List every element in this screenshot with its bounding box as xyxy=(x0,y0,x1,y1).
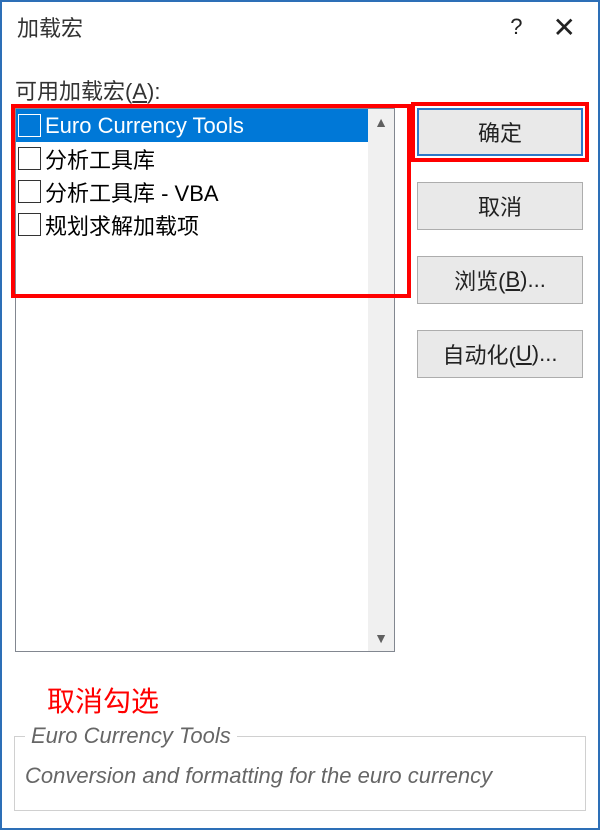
browse-pre: 浏览( xyxy=(454,264,505,296)
help-icon[interactable]: ? xyxy=(510,14,522,40)
addins-listbox[interactable]: Euro Currency Tools 分析工具库 分析工具库 - VBA xyxy=(15,108,395,652)
auto-pre: 自动化( xyxy=(443,338,516,370)
browse-suf: )... xyxy=(520,267,546,293)
dialog-body: 可用加载宏(A): Euro Currency Tools 分析工具库 xyxy=(2,52,598,726)
label-suf: ): xyxy=(147,79,160,104)
titlebar: 加载宏 ? ✕ xyxy=(2,2,598,52)
automation-button[interactable]: 自动化(U)... xyxy=(417,330,583,378)
group-title: Euro Currency Tools xyxy=(25,723,237,749)
addin-checkbox[interactable] xyxy=(18,147,41,170)
addin-label: 分析工具库 xyxy=(45,143,155,175)
cancel-button[interactable]: 取消 xyxy=(417,182,583,230)
addin-checkbox[interactable] xyxy=(18,114,41,137)
addin-label: 分析工具库 - VBA xyxy=(45,176,219,208)
annotation-uncheck: 取消勾选 xyxy=(47,680,395,720)
addin-label: Euro Currency Tools xyxy=(45,113,244,139)
listbox-wrap: Euro Currency Tools 分析工具库 分析工具库 - VBA xyxy=(15,108,395,720)
addin-label: 规划求解加载项 xyxy=(45,209,199,241)
list-item[interactable]: Euro Currency Tools xyxy=(16,109,368,142)
auto-accel: U xyxy=(516,341,532,367)
button-column: 确定 取消 浏览(B)... 自动化(U)... xyxy=(417,108,583,378)
main-row: Euro Currency Tools 分析工具库 分析工具库 - VBA xyxy=(15,108,586,720)
browse-button[interactable]: 浏览(B)... xyxy=(417,256,583,304)
list-item[interactable]: 分析工具库 xyxy=(16,142,368,175)
addin-checkbox[interactable] xyxy=(18,213,41,236)
group-description: Conversion and formatting for the euro c… xyxy=(25,759,575,792)
dialog-title: 加载宏 xyxy=(12,11,510,43)
label-accel: A xyxy=(132,79,147,104)
description-groupbox: Euro Currency Tools Conversion and forma… xyxy=(14,736,586,811)
browse-accel: B xyxy=(505,267,520,293)
list-item[interactable]: 规划求解加载项 xyxy=(16,208,368,241)
ok-button[interactable]: 确定 xyxy=(417,108,583,156)
available-addins-label: 可用加载宏(A): xyxy=(15,74,586,106)
scroll-up-icon[interactable]: ▲ xyxy=(368,109,394,135)
list-item[interactable]: 分析工具库 - VBA xyxy=(16,175,368,208)
auto-suf: )... xyxy=(532,341,558,367)
addin-checkbox[interactable] xyxy=(18,180,41,203)
close-icon[interactable]: ✕ xyxy=(553,11,576,44)
listbox-items: Euro Currency Tools 分析工具库 分析工具库 - VBA xyxy=(16,109,368,651)
label-pre: 可用加载宏( xyxy=(15,79,132,104)
addins-dialog: 加载宏 ? ✕ 可用加载宏(A): Euro Currency Tools xyxy=(0,0,600,830)
scrollbar[interactable]: ▲ ▼ xyxy=(368,109,394,651)
scroll-down-icon[interactable]: ▼ xyxy=(368,625,394,651)
titlebar-icons: ? ✕ xyxy=(510,11,588,44)
